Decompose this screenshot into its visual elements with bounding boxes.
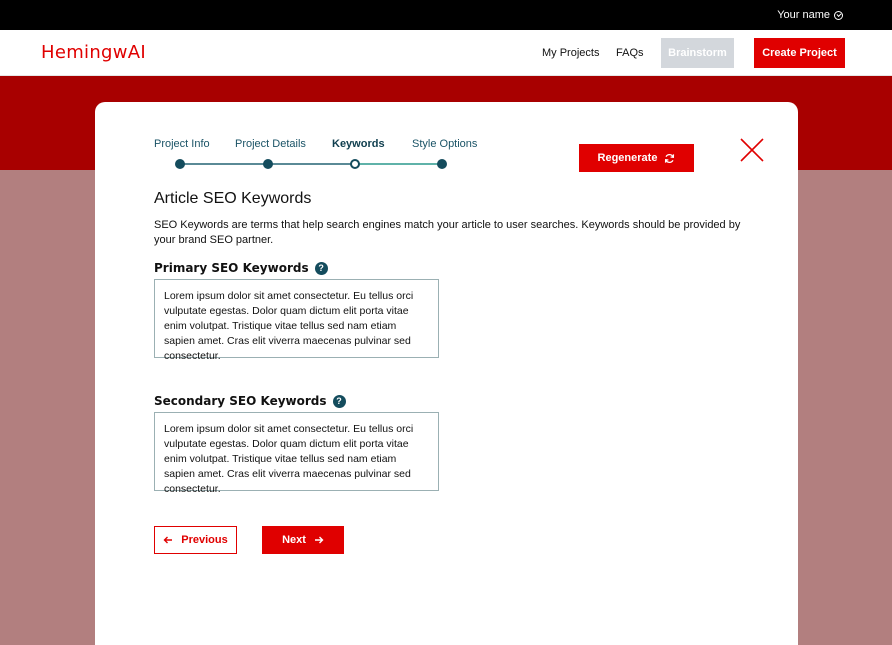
primary-keywords-textarea[interactable]: Lorem ipsum dolor sit amet consectetur. … (154, 279, 439, 362)
nav-faqs[interactable]: FAQs (616, 47, 644, 59)
step-style-options[interactable]: Style Options (412, 138, 477, 150)
logo[interactable]: HemingwAI (41, 42, 146, 63)
secondary-keywords-label-text: Secondary SEO Keywords (154, 394, 327, 408)
username-label: Your name (777, 9, 830, 21)
step-dot-complete[interactable] (175, 159, 185, 169)
stepper-line-upcoming (355, 163, 442, 165)
close-icon[interactable] (740, 138, 764, 162)
secondary-keywords-textarea[interactable]: Lorem ipsum dolor sit amet consectetur. … (154, 412, 439, 495)
step-dot-current[interactable] (350, 159, 360, 169)
step-project-details[interactable]: Project Details (235, 138, 306, 150)
step-dot-complete[interactable] (263, 159, 273, 169)
previous-button[interactable]: Previous (154, 526, 237, 554)
step-project-info[interactable]: Project Info (154, 138, 210, 150)
nav-bar: HemingwAI My Projects FAQs Brainstorm Cr… (0, 30, 892, 76)
step-dot-upcoming[interactable] (437, 159, 447, 169)
regenerate-button[interactable]: Regenerate (579, 144, 694, 172)
user-menu[interactable]: Your name (777, 9, 843, 21)
next-button[interactable]: Next (262, 526, 344, 554)
keywords-card: Project Info Project Details Keywords St… (95, 102, 798, 645)
arrow-left-icon (163, 536, 173, 544)
primary-keywords-label-text: Primary SEO Keywords (154, 261, 309, 275)
help-icon[interactable]: ? (314, 261, 328, 275)
nav-my-projects[interactable]: My Projects (542, 47, 599, 59)
arrow-right-icon (314, 536, 324, 544)
create-project-button[interactable]: Create Project (754, 38, 845, 68)
top-bar: Your name (0, 0, 892, 30)
regenerate-label: Regenerate (597, 152, 658, 164)
previous-label: Previous (181, 534, 228, 546)
help-icon[interactable]: ? (332, 394, 346, 408)
step-keywords[interactable]: Keywords (332, 138, 385, 150)
primary-keywords-label: Primary SEO Keywords ? (154, 261, 328, 275)
chevron-circle-icon (834, 10, 843, 20)
brainstorm-button[interactable]: Brainstorm (661, 38, 734, 68)
page-description: SEO Keywords are terms that help search … (154, 219, 741, 246)
page-title: Article SEO Keywords (154, 190, 312, 207)
next-label: Next (282, 534, 306, 546)
refresh-icon (665, 153, 675, 163)
secondary-keywords-label: Secondary SEO Keywords ? (154, 394, 346, 408)
